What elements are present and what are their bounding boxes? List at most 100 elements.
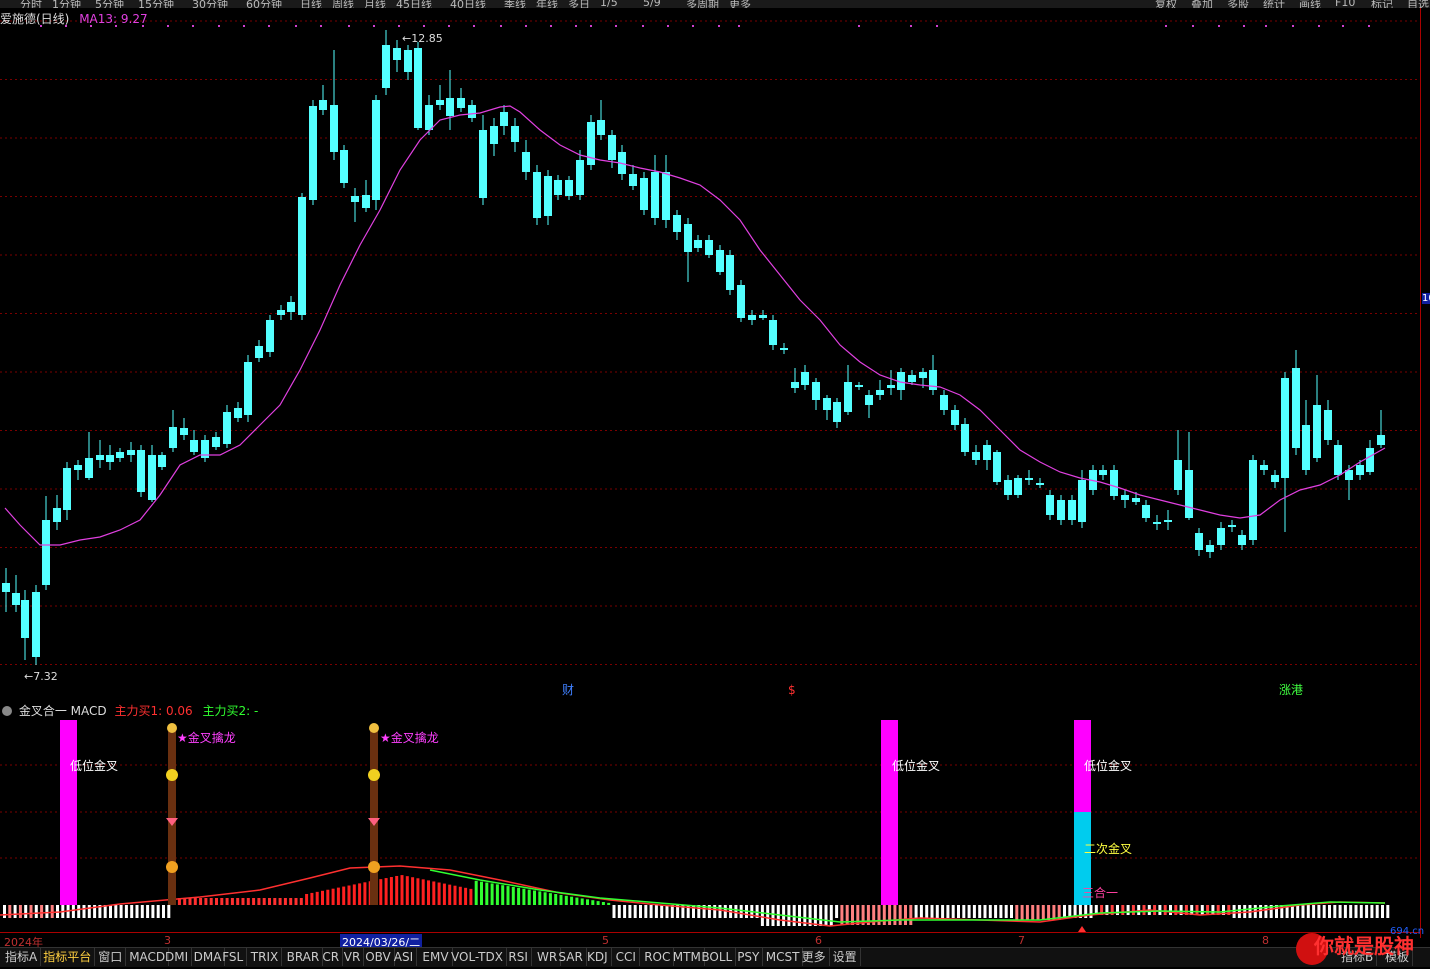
macd-bar bbox=[766, 905, 770, 926]
toolbar-button[interactable]: 自选 bbox=[1407, 0, 1429, 8]
candle-body bbox=[1195, 533, 1203, 550]
macd-bar bbox=[1047, 905, 1051, 920]
macd-bar bbox=[919, 905, 923, 918]
gold-dragon-label: ★金叉擒龙 bbox=[177, 730, 236, 745]
macd-bar bbox=[617, 905, 621, 918]
price-axis[interactable]: 10 bbox=[1420, 8, 1430, 938]
macd-bar bbox=[946, 905, 950, 918]
macd-bar bbox=[575, 897, 579, 905]
macd-bar bbox=[601, 901, 605, 905]
indicator-tab[interactable]: DMI bbox=[162, 948, 193, 966]
signal-dot bbox=[1218, 25, 1220, 27]
candle-body bbox=[1281, 378, 1289, 478]
period-tab[interactable]: 1/5 bbox=[600, 0, 618, 8]
indicator-tab[interactable]: MCST bbox=[763, 948, 804, 966]
period-tab[interactable]: 30分钟 bbox=[192, 0, 228, 8]
period-tab[interactable]: 1分钟 bbox=[52, 0, 81, 8]
toolbar-button[interactable]: 叠加 bbox=[1191, 0, 1213, 8]
macd-bar bbox=[792, 905, 796, 926]
period-tab[interactable]: 15分钟 bbox=[138, 0, 174, 8]
period-tab[interactable]: 5分钟 bbox=[95, 0, 124, 8]
macd-bar bbox=[432, 881, 436, 905]
macd-bar bbox=[1338, 905, 1342, 918]
indicator-tab[interactable]: KDJ bbox=[584, 948, 612, 966]
period-tab[interactable]: 分时 bbox=[20, 0, 42, 8]
date-axis: 2024年 3 2024/03/26/二 5 6 7 8 bbox=[0, 932, 1420, 950]
candle-body bbox=[833, 402, 841, 422]
period-tab[interactable]: 季线 bbox=[504, 0, 526, 8]
indicator-tab[interactable]: RSI bbox=[505, 948, 532, 966]
coin-icon bbox=[368, 861, 380, 873]
indicator-tab[interactable]: 指标A bbox=[2, 948, 42, 966]
indicator-tab[interactable]: TRIX bbox=[248, 948, 283, 966]
toolbar-button[interactable]: 复权 bbox=[1155, 0, 1177, 8]
candle-body bbox=[940, 395, 948, 410]
period-tab[interactable]: 年线 bbox=[536, 0, 558, 8]
macd-bar bbox=[252, 898, 256, 905]
period-tab[interactable]: 日线 bbox=[300, 0, 322, 8]
macd-bar bbox=[442, 883, 446, 905]
indicator-tab[interactable]: CCI bbox=[613, 948, 640, 966]
indicator-tab[interactable]: 窗口 bbox=[95, 948, 127, 966]
collapse-icon[interactable] bbox=[2, 706, 12, 716]
macd-bar bbox=[395, 875, 399, 905]
candlestick-chart[interactable]: ←12.85 ←7.32 财 $ 涨港 bbox=[0, 8, 1420, 698]
period-tab[interactable]: 周线 bbox=[332, 0, 354, 8]
indicator-tab[interactable]: 指标平台 bbox=[40, 948, 96, 966]
indicator-tab[interactable]: ASI bbox=[391, 948, 418, 966]
signal-dot bbox=[320, 25, 322, 27]
macd-bar bbox=[416, 878, 420, 905]
dividend-event-marker[interactable]: $ bbox=[788, 683, 796, 697]
indicator-tab[interactable]: VR bbox=[341, 948, 365, 966]
indicator-tab[interactable]: SAR bbox=[555, 948, 587, 966]
macd-bar bbox=[379, 879, 383, 905]
candle-body bbox=[1046, 495, 1054, 515]
macd-bar bbox=[511, 886, 515, 905]
indicator-tab[interactable]: 设置 bbox=[830, 948, 861, 966]
macd-bar bbox=[135, 905, 139, 918]
macd-bar bbox=[1004, 905, 1008, 918]
candle-body bbox=[983, 445, 991, 460]
hk-event-marker[interactable]: 涨港 bbox=[1279, 682, 1303, 697]
macd-bar bbox=[501, 885, 505, 905]
period-tab[interactable]: 月线 bbox=[364, 0, 386, 8]
macd-bar bbox=[29, 905, 33, 918]
candle-body bbox=[1132, 498, 1140, 502]
toolbar-button[interactable]: 画线 bbox=[1299, 0, 1321, 8]
period-tab[interactable]: 5/9 bbox=[643, 0, 661, 8]
candle-body bbox=[212, 437, 220, 447]
indicator-tab[interactable]: PSY bbox=[734, 948, 764, 966]
macd-bar bbox=[156, 905, 160, 918]
macd-bar bbox=[140, 905, 144, 918]
period-tab[interactable]: 60分钟 bbox=[246, 0, 282, 8]
toolbar-button[interactable]: 多股 bbox=[1227, 0, 1249, 8]
macd-bar bbox=[162, 905, 165, 918]
toolbar-button[interactable]: 统计 bbox=[1263, 0, 1285, 8]
macd-bar bbox=[718, 905, 722, 918]
candle-body bbox=[309, 106, 317, 200]
indicator-tab[interactable]: 更多 bbox=[799, 948, 830, 966]
macd-bar bbox=[570, 896, 574, 905]
macd-bar bbox=[1296, 905, 1300, 918]
macd-indicator-chart[interactable]: 低位金叉 低位金叉 低位金叉 ★金叉擒龙 ★金叉擒龙二次金叉三合一 bbox=[0, 718, 1420, 932]
indicator-tab[interactable]: BOLL bbox=[698, 948, 737, 966]
period-tab[interactable]: 更多 bbox=[729, 0, 751, 8]
toolbar-button[interactable]: F10 bbox=[1335, 0, 1355, 8]
period-tab[interactable]: 45日线 bbox=[396, 0, 432, 8]
toolbar-button[interactable]: 标记 bbox=[1371, 0, 1393, 8]
finance-event-marker[interactable]: 财 bbox=[562, 683, 574, 697]
period-tab[interactable]: 40日线 bbox=[450, 0, 486, 8]
indicator-tab[interactable]: BRAR bbox=[284, 948, 324, 966]
indicator-tab[interactable]: CR bbox=[319, 948, 344, 966]
indicator-tab[interactable]: FSL bbox=[219, 948, 248, 966]
indicator-tab[interactable]: VOL-TDX bbox=[448, 948, 507, 966]
period-tab[interactable]: 多周期 bbox=[686, 0, 719, 8]
macd-bar bbox=[559, 894, 563, 905]
diamond-icon bbox=[166, 818, 178, 826]
macd-bar bbox=[930, 905, 934, 918]
macd-bar bbox=[517, 887, 521, 905]
candle-body bbox=[608, 135, 616, 160]
dea-line bbox=[429, 869, 1386, 923]
macd-bar bbox=[326, 889, 330, 905]
period-tab[interactable]: 多日 bbox=[568, 0, 590, 8]
